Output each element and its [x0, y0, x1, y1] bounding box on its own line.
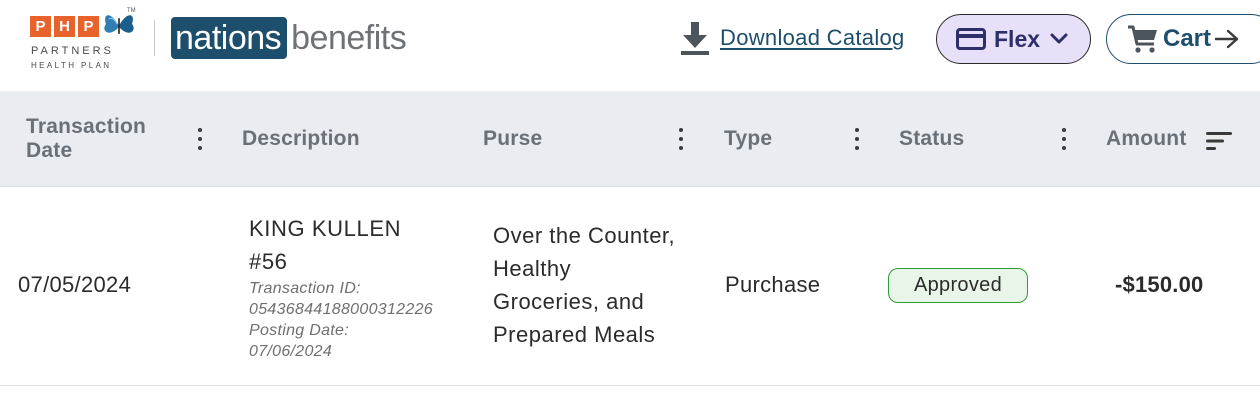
column-header-amount[interactable]: Amount	[1106, 91, 1187, 187]
column-header-purse[interactable]: Purse	[483, 91, 542, 187]
column-label: Amount	[1106, 127, 1187, 150]
column-label: Type	[724, 127, 773, 150]
purse-line: Groceries, and	[493, 289, 645, 314]
column-header-type[interactable]: Type	[724, 91, 772, 187]
partners-health-plan-logo[interactable]: P H P TM PARTNERS HEALTH PLAN	[30, 8, 140, 70]
brand-nations: nations	[171, 17, 288, 59]
download-catalog-link[interactable]: Download Catalog	[680, 20, 905, 56]
chevron-down-icon	[1050, 33, 1068, 44]
cart-icon	[1128, 25, 1157, 53]
php-letter-h: H	[54, 16, 75, 37]
transaction-description: KING KULLEN #56 Transaction ID: 05436844…	[249, 212, 474, 362]
transaction-id-label: Transaction ID:	[249, 280, 361, 297]
site-header: P H P TM PARTNERS HEALTH PLAN nations be…	[0, 0, 1260, 90]
column-header-transaction-date[interactable]: Transaction Date	[26, 91, 186, 187]
merchant-name: KING KULLEN	[249, 216, 402, 241]
transactions-table-header: Transaction Date Description Purse Type …	[0, 91, 1260, 187]
download-icon	[681, 22, 709, 55]
column-header-status[interactable]: Status	[899, 91, 964, 187]
posting-date-label: Posting Date:	[249, 322, 349, 339]
logo-divider	[154, 20, 155, 56]
purse-line: Over the Counter,	[493, 223, 676, 248]
download-catalog-label: Download Catalog	[720, 25, 905, 50]
php-letter-p2: P	[78, 16, 99, 37]
posting-date-value: 07/06/2024	[249, 343, 333, 360]
column-header-description[interactable]: Description	[242, 91, 360, 187]
arrow-right-icon	[1214, 29, 1239, 49]
merchant-store-number: #56	[249, 249, 288, 274]
transaction-amount: -$150.00	[1115, 272, 1204, 297]
transaction-type: Purchase	[725, 272, 821, 297]
flex-label: Flex	[994, 25, 1041, 52]
purse-name: Over the Counter, Healthy Groceries, and…	[493, 219, 703, 351]
nations-benefits-logo[interactable]: nations benefits	[171, 17, 407, 59]
butterfly-icon	[104, 15, 134, 34]
flex-purse-dropdown[interactable]: Flex	[936, 14, 1091, 64]
php-letter-p: P	[30, 16, 51, 37]
purse-line: Prepared Meals	[493, 322, 656, 347]
purse-line: Healthy	[493, 256, 572, 281]
table-row[interactable]: 07/05/2024 KING KULLEN #56 Transaction I…	[0, 187, 1260, 386]
cart-label: Cart	[1163, 25, 1212, 52]
php-logo-line1: PARTNERS	[31, 45, 114, 57]
php-logo-line2: HEALTH PLAN	[31, 61, 112, 70]
transaction-date: 07/05/2024	[18, 272, 132, 297]
column-label: Description	[242, 127, 360, 150]
transaction-id-value: 05436844188000312226	[249, 301, 433, 318]
cart-button[interactable]: Cart	[1106, 14, 1260, 64]
column-label: Transaction Date	[26, 115, 147, 162]
column-label: Status	[899, 127, 965, 150]
php-letter-boxes: P H P	[30, 16, 99, 37]
trademark-mark: TM	[127, 8, 136, 14]
credit-card-icon	[956, 28, 986, 50]
column-label: Purse	[483, 127, 543, 150]
column-menu-icon[interactable]	[197, 128, 203, 150]
column-menu-icon[interactable]	[854, 128, 860, 150]
sort-icon[interactable]	[1206, 131, 1232, 151]
column-menu-icon[interactable]	[1061, 128, 1067, 150]
column-menu-icon[interactable]	[678, 128, 684, 150]
status-badge: Approved	[888, 268, 1028, 303]
brand-benefits: benefits	[291, 19, 407, 57]
